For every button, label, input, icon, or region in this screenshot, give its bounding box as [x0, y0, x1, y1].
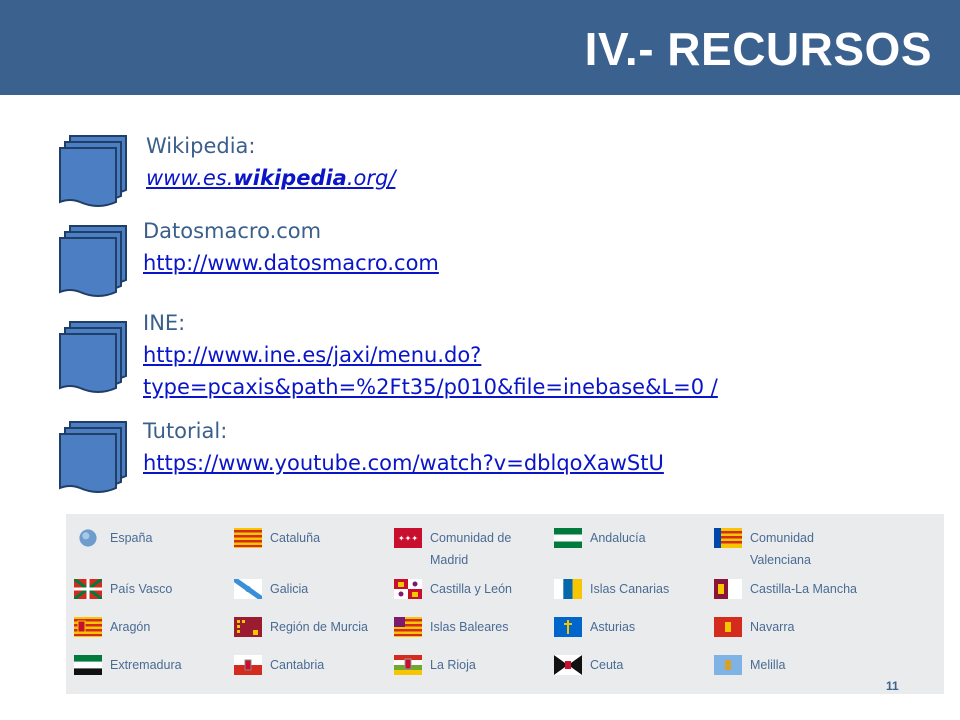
region-navarra[interactable]: Navarra — [714, 617, 858, 638]
region-ceuta[interactable]: Ceuta — [554, 655, 698, 676]
region-cataluna[interactable]: Cataluña — [234, 528, 378, 549]
title-bar: IV.- RECURSOS — [0, 0, 960, 95]
flag-cataluna-icon — [234, 528, 262, 548]
slide-title: IV.- RECURSOS — [584, 23, 932, 75]
resource-label: Datosmacro.com — [143, 219, 322, 243]
region-galicia[interactable]: Galicia — [234, 579, 378, 600]
flag-extremadura-icon — [74, 655, 102, 675]
flag-asturias-icon — [554, 617, 582, 637]
region-pais-vasco[interactable]: País Vasco — [74, 579, 218, 600]
region-asturias[interactable]: Asturias — [554, 617, 698, 638]
flag-ceuta-icon — [554, 655, 582, 675]
resource-text: Datosmacro.com http://www.datosmacro.com — [143, 215, 439, 279]
region-la-rioja[interactable]: La Rioja — [394, 655, 538, 676]
region-melilla[interactable]: Melilla — [714, 655, 858, 676]
flag-valenciana-icon — [714, 528, 742, 548]
multi-document-icon — [59, 421, 127, 493]
region-murcia[interactable]: Región de Murcia — [234, 617, 378, 638]
flag-navarra-icon — [714, 617, 742, 637]
flag-cantabria-icon — [234, 655, 262, 675]
flag-murcia-icon — [234, 617, 262, 637]
flag-melilla-icon — [714, 655, 742, 675]
resource-text: Wikipedia: www.es.wikipedia.org/ — [146, 130, 395, 194]
multi-document-icon — [59, 321, 127, 393]
flag-baleares-icon — [394, 617, 422, 637]
region-aragon[interactable]: Aragón — [74, 617, 218, 638]
ine-link[interactable]: http://www.ine.es/jaxi/menu.do?type=pcax… — [143, 339, 933, 403]
region-baleares[interactable]: Islas Baleares — [394, 617, 538, 638]
youtube-tutorial-link[interactable]: https://www.youtube.com/watch?v=dblqoXaw… — [143, 447, 664, 479]
region-madrid[interactable]: ✦✦✦ Comunidad de Madrid — [394, 528, 538, 571]
flag-castilla-leon-icon — [394, 579, 422, 599]
resource-label: Tutorial: — [143, 419, 228, 443]
region-espana[interactable]: España — [74, 528, 218, 549]
svg-text:✦✦✦: ✦✦✦ — [398, 534, 418, 543]
multi-document-icon — [59, 135, 127, 207]
page-number: 11 — [886, 679, 899, 693]
flag-aragon-icon — [74, 617, 102, 637]
resource-label: Wikipedia: — [146, 134, 256, 158]
globe-icon — [79, 529, 97, 547]
region-andalucia[interactable]: Andalucía — [554, 528, 698, 549]
region-valenciana[interactable]: Comunidad Valenciana — [714, 528, 858, 571]
multi-document-icon — [59, 225, 127, 297]
flag-castilla-la-mancha-icon — [714, 579, 742, 599]
wikipedia-link[interactable]: www.es.wikipedia.org/ — [146, 162, 395, 194]
resource-text: INE: http://www.ine.es/jaxi/menu.do?type… — [143, 307, 933, 403]
flag-galicia-icon — [234, 579, 262, 599]
flag-pais-vasco-icon — [74, 579, 102, 599]
region-canarias[interactable]: Islas Canarias — [554, 579, 698, 600]
flag-la-rioja-icon — [394, 655, 422, 675]
resource-label: INE: — [143, 311, 186, 335]
region-castilla-la-mancha[interactable]: Castilla-La Mancha — [714, 579, 858, 600]
flag-andalucia-icon — [554, 528, 582, 548]
flag-canarias-icon — [554, 579, 582, 599]
region-extremadura[interactable]: Extremadura — [74, 655, 218, 676]
resource-text: Tutorial: https://www.youtube.com/watch?… — [143, 415, 664, 479]
datosmacro-link[interactable]: http://www.datosmacro.com — [143, 247, 439, 279]
region-cantabria[interactable]: Cantabria — [234, 655, 378, 676]
flag-madrid-icon: ✦✦✦ — [394, 528, 422, 548]
regions-panel: España Cataluña ✦✦✦ Comunidad de Madrid … — [66, 514, 944, 694]
region-castilla-leon[interactable]: Castilla y León — [394, 579, 538, 600]
